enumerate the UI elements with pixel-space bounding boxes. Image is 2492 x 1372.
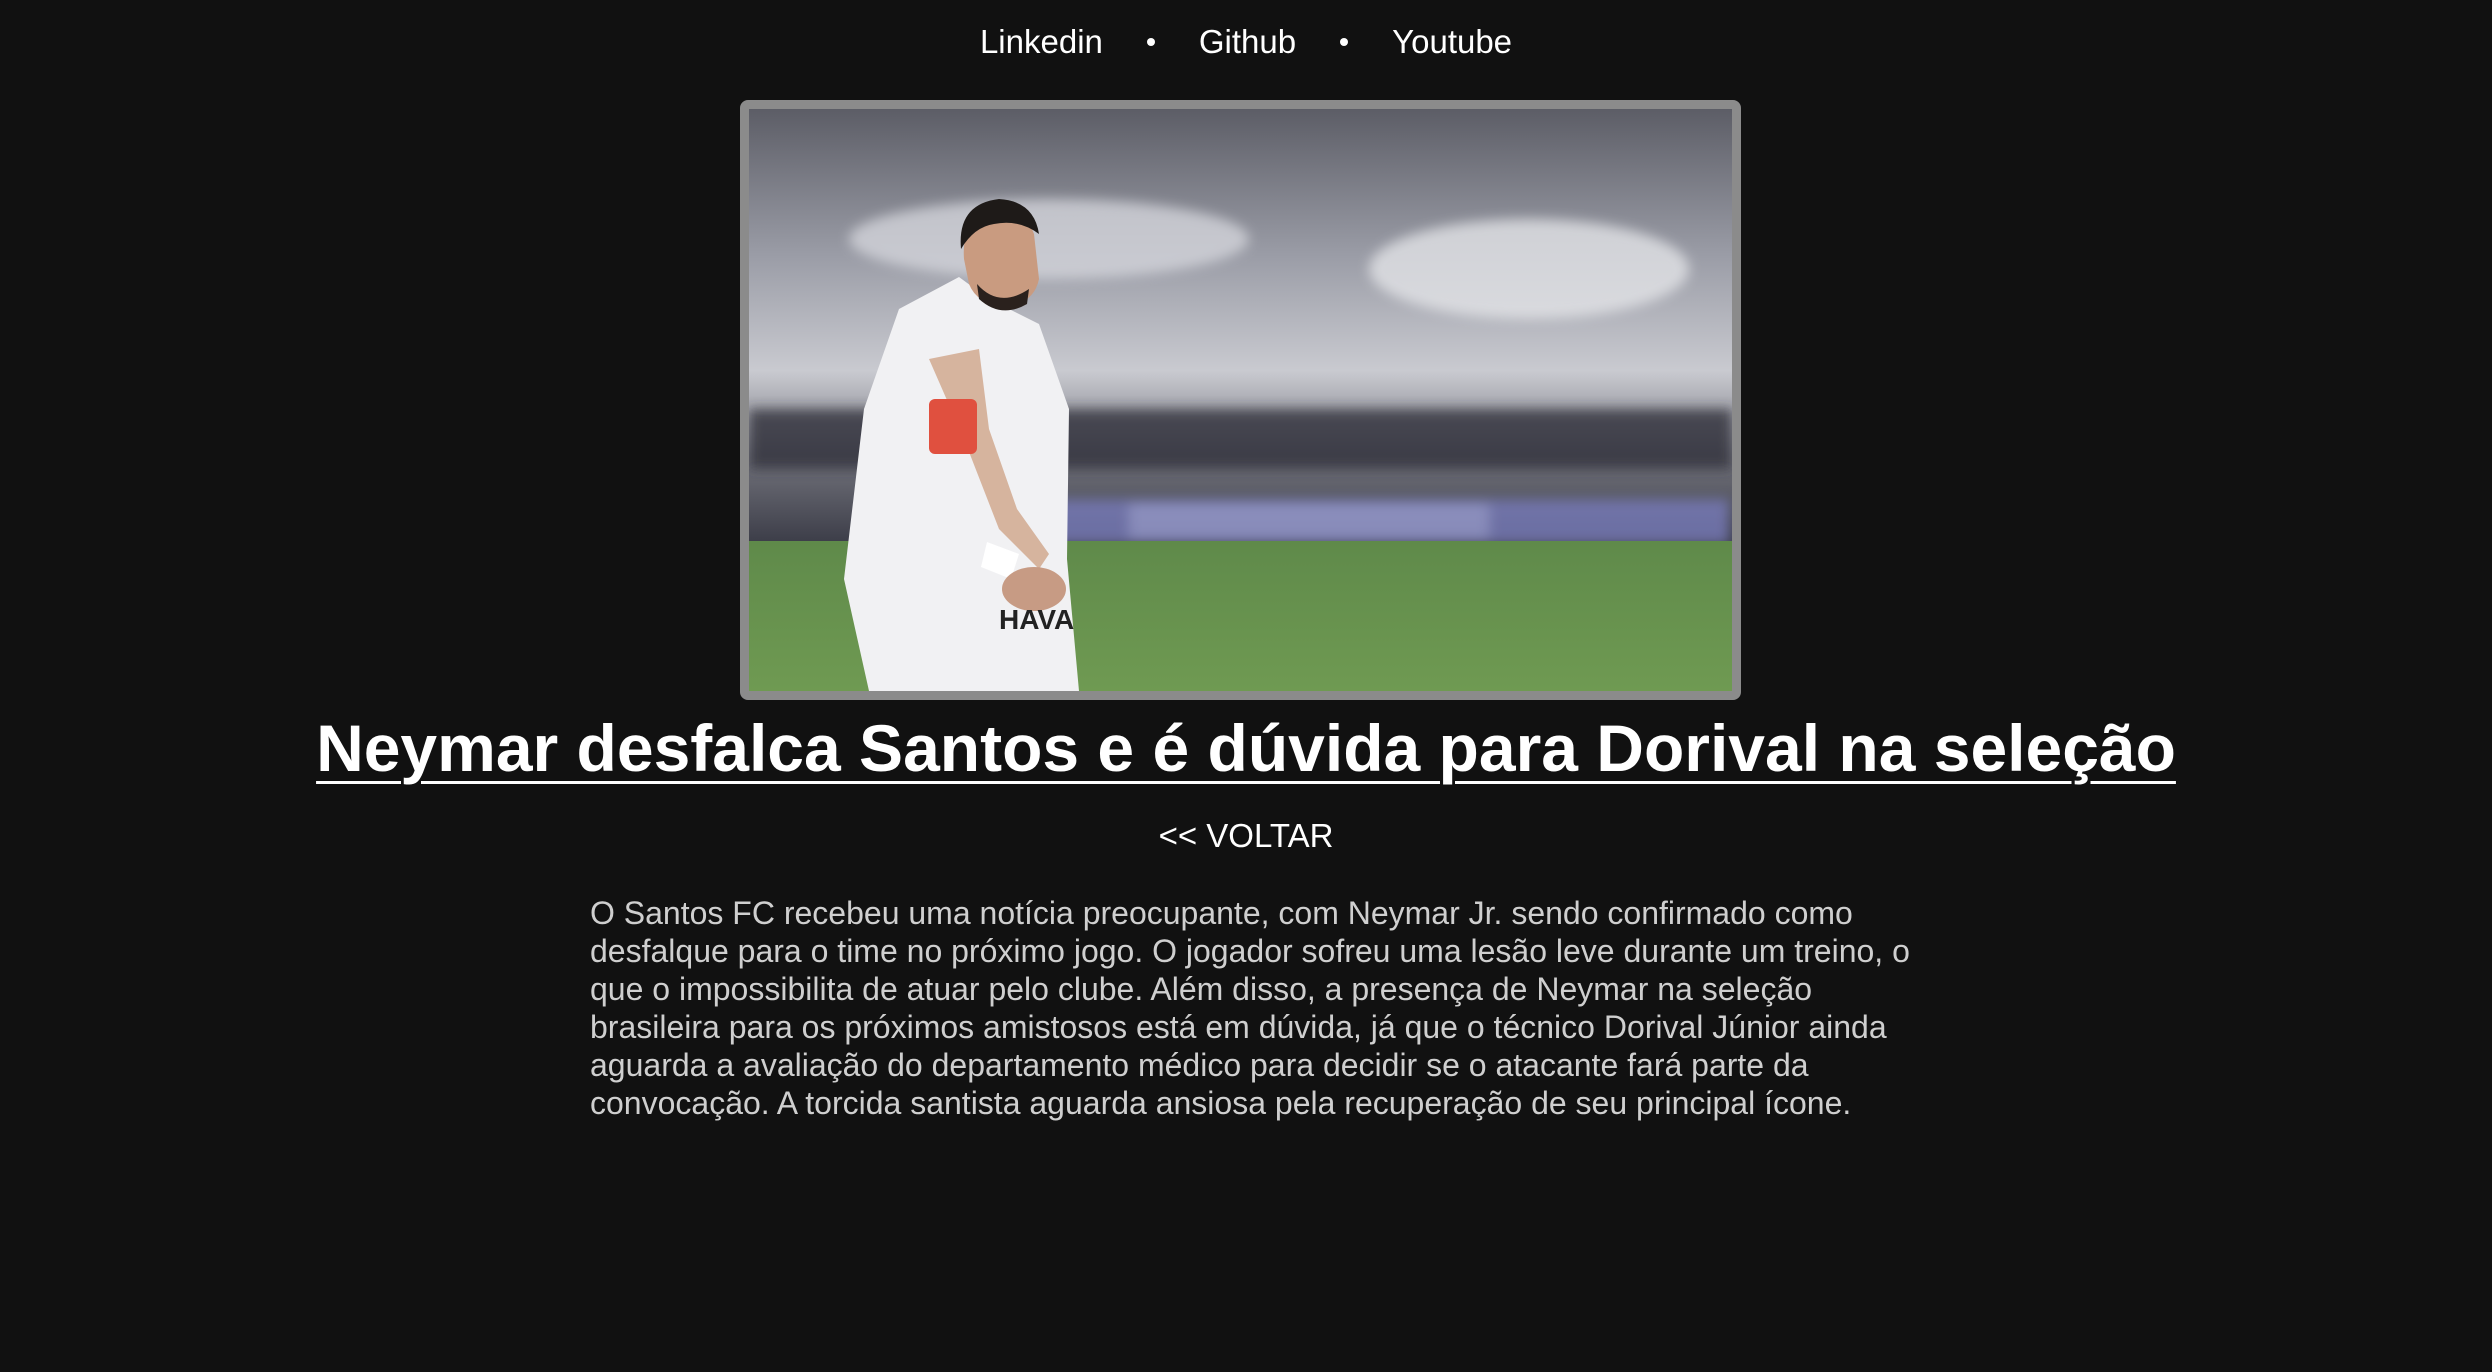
player-photo: HAVA: [749, 109, 1732, 691]
article-image: HAVA: [740, 100, 1741, 700]
article-title: Neymar desfalca Santos e é dúvida para D…: [0, 708, 2492, 788]
article-body: O Santos FC recebeu uma notícia preocupa…: [590, 895, 1910, 1121]
article-title-link[interactable]: Neymar desfalca Santos e é dúvida para D…: [316, 711, 2176, 785]
back-link-container: << VOLTAR: [0, 814, 2492, 858]
back-button[interactable]: << VOLTAR: [1159, 817, 1334, 854]
top-nav: Linkedin Github Youtube: [0, 18, 2492, 66]
nav-link-github[interactable]: Github: [1199, 18, 1296, 66]
nav-link-linkedin[interactable]: Linkedin: [980, 18, 1103, 66]
nav-separator: [1146, 38, 1155, 46]
svg-text:HAVA: HAVA: [999, 604, 1074, 635]
nav-separator: [1340, 38, 1349, 46]
nav-link-youtube[interactable]: Youtube: [1392, 18, 1512, 66]
